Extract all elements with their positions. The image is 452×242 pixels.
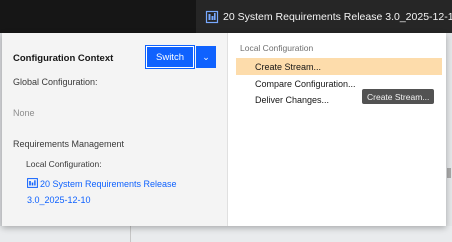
requirements-management-label: Requirements Management [13,139,125,149]
global-configuration-value: None [13,108,35,118]
background-page-edge [446,33,452,242]
configuration-context-trigger[interactable]: 20 System Requirements Release 3.0_2025-… [196,0,452,33]
switch-button-group: Switch ⌄ [145,45,216,69]
local-configuration-menu: Local Configuration Create Stream... Com… [228,33,446,226]
background-divider [130,226,131,242]
configuration-context-popover: Configuration Context Switch ⌄ Global Co… [2,33,446,226]
global-configuration-label: Global Configuration: [13,77,98,87]
background-page-area [0,226,452,242]
local-configuration-link-text: 20 System Requirements Release 3.0_2025-… [27,179,177,205]
switch-dropdown-button[interactable]: ⌄ [196,46,216,68]
stream-config-icon [205,10,219,24]
local-configuration-link[interactable]: 20 System Requirements Release 3.0_2025-… [27,176,192,208]
tooltip: Create Stream... [362,89,435,104]
chevron-down-icon: ⌄ [202,51,210,62]
stream-config-icon [27,177,38,188]
configuration-context-panel: Configuration Context Switch ⌄ Global Co… [2,33,227,226]
menu-item-create-stream[interactable]: Create Stream... [236,58,442,75]
configuration-context-label: 20 System Requirements Release 3.0_2025-… [223,10,452,23]
panel-title: Configuration Context [13,53,114,64]
local-configuration-heading: Local Configuration [240,43,314,53]
scrollbar-thumb[interactable] [447,168,451,178]
local-configuration-label: Local Configuration: [26,159,102,169]
switch-button[interactable]: Switch [145,45,195,69]
